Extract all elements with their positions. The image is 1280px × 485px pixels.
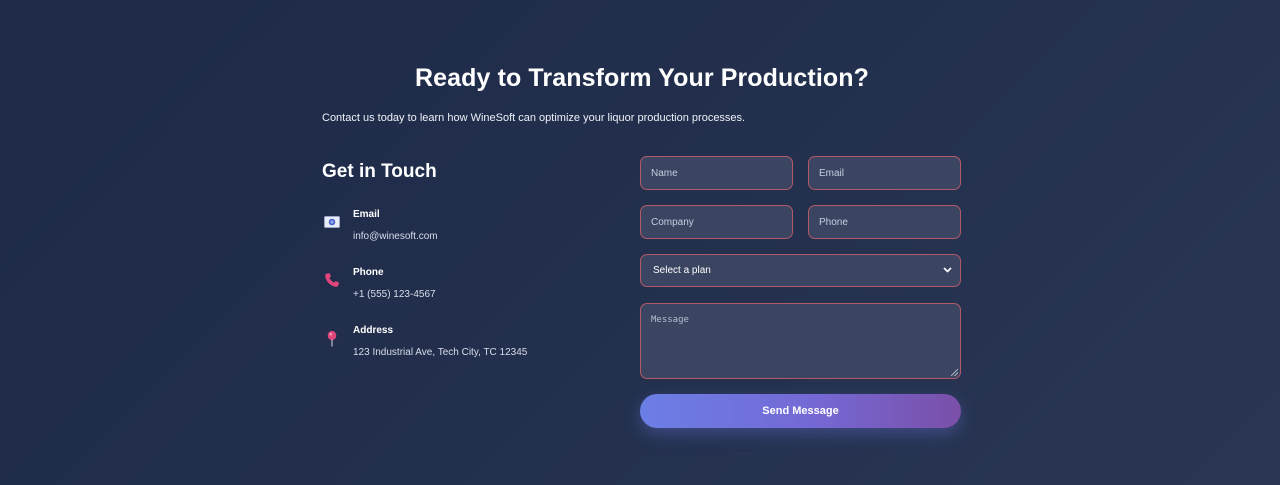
contact-phone-item: Phone +1 (555) 123-4567 — [322, 266, 622, 306]
email-value: info@winesoft.com — [353, 231, 438, 242]
resize-handle[interactable] — [951, 369, 958, 376]
phone-value: +1 (555) 123-4567 — [353, 289, 436, 300]
send-message-button[interactable]: Send Message — [640, 394, 961, 428]
plan-select-value: Select a plan — [653, 265, 711, 276]
email-input[interactable]: Email — [808, 156, 961, 190]
address-label: Address — [353, 325, 394, 336]
map-pin-icon — [322, 328, 342, 348]
contact-address-item: Address 123 Industrial Ave, Tech City, T… — [322, 324, 622, 364]
company-input[interactable]: Company — [640, 205, 793, 239]
address-value: 123 Industrial Ave, Tech City, TC 12345 — [353, 347, 528, 358]
plan-select[interactable]: Select a plan — [640, 254, 961, 287]
message-placeholder: Message — [651, 315, 689, 325]
contact-section: Ready to Transform Your Production? Cont… — [322, 0, 962, 485]
page-subtitle: Contact us today to learn how WineSoft c… — [322, 112, 746, 124]
page-title: Ready to Transform Your Production? — [414, 64, 869, 92]
message-textarea[interactable]: Message — [640, 303, 961, 379]
email-label: Email — [353, 209, 380, 220]
envelope-icon — [322, 212, 342, 232]
phone-label: Phone — [353, 267, 384, 278]
contact-heading: Get in Touch — [322, 161, 437, 182]
name-input[interactable]: Name — [640, 156, 793, 190]
phone-input[interactable]: Phone — [808, 205, 961, 239]
contact-email-item: Email info@winesoft.com — [322, 208, 622, 248]
chevron-down-icon — [943, 265, 952, 276]
phone-icon — [322, 270, 342, 290]
